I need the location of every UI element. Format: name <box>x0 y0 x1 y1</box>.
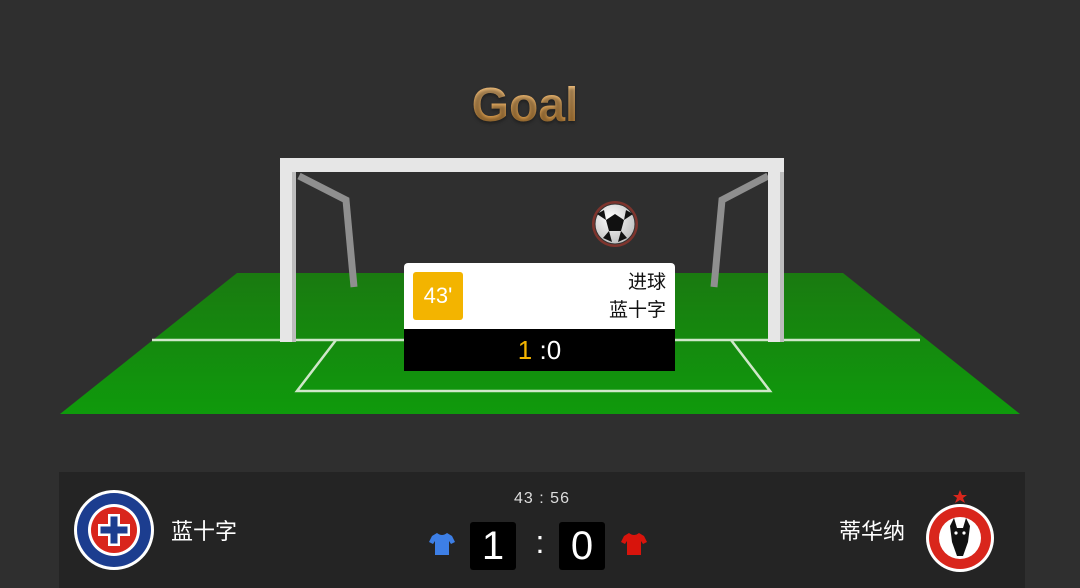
goal-crossbar <box>280 158 784 172</box>
away-score: 0 <box>559 522 605 570</box>
away-team-name: 蒂华纳 <box>838 520 905 545</box>
event-team-label: 蓝十字 <box>608 299 666 321</box>
event-type-label: 进球 <box>627 271 666 293</box>
event-score-separator: : <box>532 335 547 365</box>
club-tijuana-crest-icon <box>926 490 994 572</box>
event-score-away: 0 <box>546 335 562 365</box>
home-team-name: 蓝十字 <box>171 520 238 545</box>
soccer-ball-icon <box>592 201 638 247</box>
away-shirt-icon <box>621 533 647 555</box>
goal-event-card: 43' 进球 蓝十字 <box>404 263 675 329</box>
home-shirt-icon <box>429 533 455 555</box>
goal-animation-scene: Goal 43' 进球 蓝十字 1 :0 <box>0 0 1080 470</box>
goal-back-right <box>710 172 770 288</box>
goal-banner-title: Goal <box>0 78 1050 133</box>
pitch-illustration <box>60 158 1020 414</box>
scoreboard-bar: 蓝十字 43 : 56 1 : 0 蒂华纳 <box>59 472 1025 588</box>
goal-back-left <box>297 172 358 288</box>
score-separator: : <box>535 524 545 560</box>
home-score: 1 <box>470 522 516 570</box>
event-score-strip: 1 :0 <box>404 329 675 371</box>
away-team[interactable]: 蒂华纳 <box>839 472 997 588</box>
event-minute-badge: 43' <box>413 272 463 320</box>
event-score-home: 1 <box>517 335 533 365</box>
